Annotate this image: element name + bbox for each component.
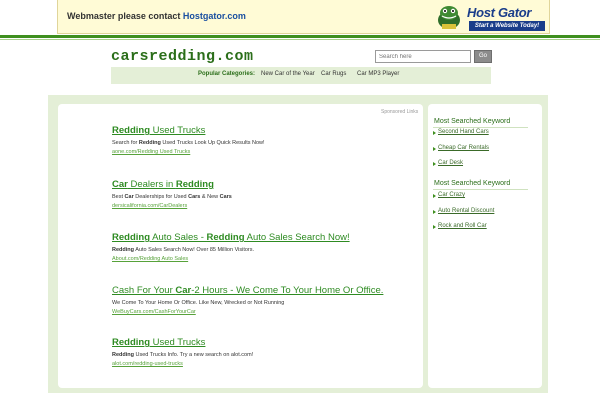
- category-link[interactable]: Car Rugs: [321, 71, 346, 77]
- banner-message: Webmaster please contact Hostgator.com: [67, 11, 246, 21]
- hostgator-link[interactable]: Hostgator.com: [183, 11, 246, 21]
- ad-description: Best Car Dealerships for Used Cars & New…: [112, 194, 232, 200]
- sidebar-keyword-link[interactable]: Cheap Car Rentals: [438, 145, 489, 151]
- search-button[interactable]: Go: [474, 50, 492, 63]
- ad-description: We Come To Your Home Or Office. Like New…: [112, 300, 285, 306]
- ad-description: Search for Redding Used Trucks Look Up Q…: [112, 140, 265, 146]
- gator-mascot-icon: [438, 6, 460, 29]
- banner-text: Webmaster please contact: [67, 11, 183, 21]
- sidebar-divider: [433, 127, 528, 128]
- arrow-right-icon: [433, 194, 436, 198]
- ad-title-link[interactable]: Redding Auto Sales - Redding Auto Sales …: [112, 232, 417, 243]
- sidebar-heading: Most Searched Keyword: [434, 180, 511, 187]
- ad-listing: Redding Auto Sales - Redding Auto Sales …: [112, 232, 417, 262]
- ad-listing: Redding Used Trucks Redding Used Trucks …: [112, 337, 417, 367]
- arrow-right-icon: [433, 131, 436, 135]
- ad-url-link[interactable]: alot.com/redding-used-trucks: [112, 361, 417, 367]
- search-input[interactable]: [375, 50, 471, 63]
- sidebar-keyword-link[interactable]: Second Hand Cars: [438, 129, 489, 135]
- sidebar-keyword-link[interactable]: Car Crazy: [438, 192, 465, 198]
- hostgator-tagline: Start a Website Today!: [469, 21, 545, 31]
- ad-description: Redding Auto Sales Search Now! Over 85 M…: [112, 247, 255, 253]
- sidebar-keyword-link[interactable]: Rock and Roll Car: [438, 223, 487, 229]
- ad-title-link[interactable]: Cash For Your Car-2 Hours - We Come To Y…: [112, 285, 417, 296]
- hostgator-logo[interactable]: Host Gator Start a Website Today!: [434, 3, 546, 31]
- ad-url-link[interactable]: dersicalifornia.com/CarDealers: [112, 203, 417, 209]
- header-divider: [0, 35, 600, 38]
- ad-url-link[interactable]: WeBuyCars.com/CashForYourCar: [112, 309, 417, 315]
- arrow-right-icon: [433, 162, 436, 166]
- ad-title-link[interactable]: Car Dealers in Redding: [112, 179, 417, 190]
- categories-label: Popular Categories:: [198, 71, 256, 77]
- category-bar: Popular Categories: New Car of the Year …: [111, 67, 491, 84]
- hostgator-name: Host Gator: [467, 5, 532, 20]
- arrow-right-icon: [433, 225, 436, 229]
- ad-url-link[interactable]: About.com/Redding Auto Sales: [112, 256, 417, 262]
- category-link[interactable]: New Car of the Year: [261, 71, 315, 77]
- sponsored-label: Sponsored Links: [381, 109, 419, 115]
- header-divider-thin: [0, 39, 600, 40]
- arrow-right-icon: [433, 147, 436, 151]
- sidebar-keyword-link[interactable]: Car Desk: [438, 160, 463, 166]
- ad-listing: Car Dealers in Redding Best Car Dealersh…: [112, 179, 417, 209]
- sidebar-divider: [433, 189, 528, 190]
- ad-title-link[interactable]: Redding Used Trucks: [112, 337, 417, 348]
- ad-url-link[interactable]: aone.com/Redding Used Trucks: [112, 149, 417, 155]
- hosting-banner: Webmaster please contact Hostgator.com H…: [57, 0, 550, 34]
- arrow-right-icon: [433, 210, 436, 214]
- category-link[interactable]: Car MP3 Player: [357, 71, 399, 77]
- ad-listing: Cash For Your Car-2 Hours - We Come To Y…: [112, 285, 417, 315]
- sidebar-heading: Most Searched Keyword: [434, 118, 511, 125]
- ad-title-link[interactable]: Redding Used Trucks: [112, 125, 417, 136]
- sidebar-keyword-link[interactable]: Auto Rental Discount: [438, 208, 494, 214]
- site-logo[interactable]: carsredding.com: [111, 48, 254, 65]
- ad-description: Redding Used Trucks Info. Try a new sear…: [112, 352, 254, 358]
- ad-listing: Redding Used Trucks Search for Redding U…: [112, 125, 417, 155]
